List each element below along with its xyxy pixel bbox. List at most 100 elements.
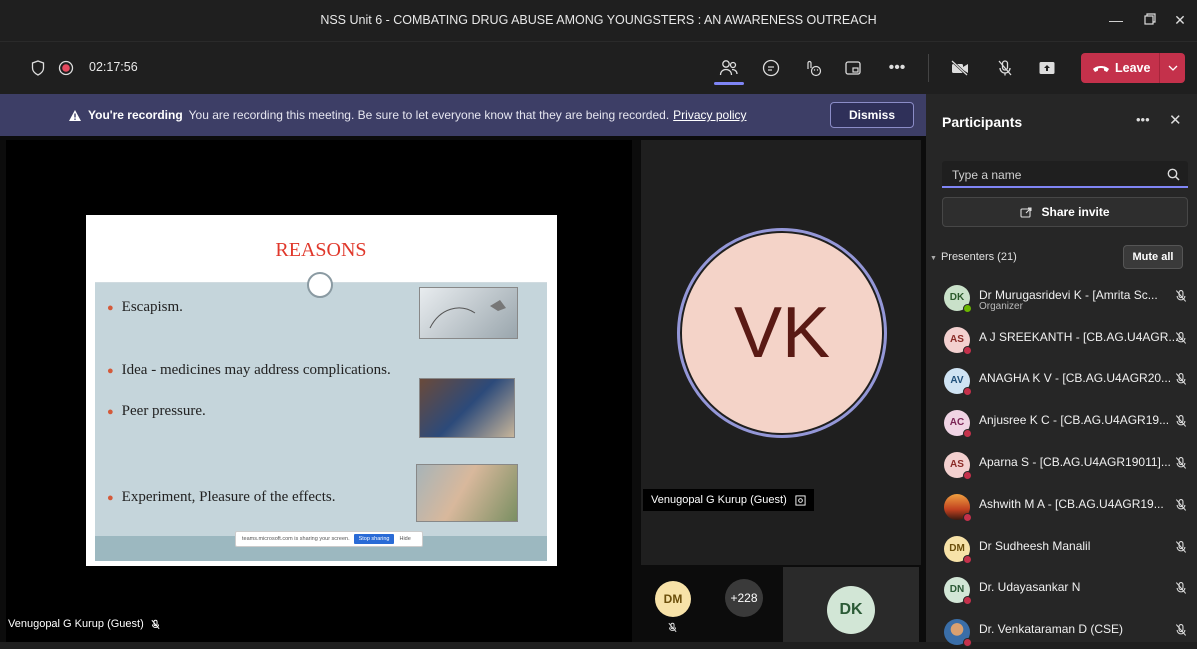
participant-name: Ashwith M A - [CB.AG.U4AGR19... (979, 497, 1164, 511)
recording-banner: You're recording You are recording this … (0, 94, 926, 136)
experiment-image (416, 464, 518, 522)
participant-row[interactable]: DM Dr Sudheesh Manalil (942, 530, 1188, 566)
more-options-icon[interactable]: ••• (885, 56, 909, 80)
slide-bullet: ● Experiment, Pleasure of the effects. (107, 489, 336, 505)
participant-name: Dr Sudheesh Manalil (979, 539, 1091, 553)
more-options-icon[interactable]: ••• (1136, 112, 1150, 127)
hide-button[interactable]: Hide (399, 536, 410, 542)
avatar: VK (682, 233, 882, 433)
participant-name: Anjusree K C - [CB.AG.U4AGR19... (979, 413, 1170, 427)
slide-title: REASONS (275, 239, 367, 261)
mic-off-icon (1175, 624, 1187, 636)
stop-sharing-button[interactable]: Stop sharing (353, 534, 395, 544)
mic-off-icon (151, 619, 160, 629)
meeting-timer: 02:17:56 (89, 60, 138, 74)
share-icon (1020, 207, 1033, 218)
slide-ornament (307, 272, 333, 298)
participant-row[interactable]: AV ANAGHA K V - [CB.AG.U4AGR20... (942, 362, 1188, 398)
screen-share-notice: teams.microsoft.com is sharing your scre… (235, 531, 423, 547)
mic-off-icon[interactable] (993, 56, 1017, 80)
status-indicator (963, 555, 972, 564)
chat-icon[interactable] (759, 56, 783, 80)
warning-icon (69, 109, 81, 121)
participants-panel: Participants ••• ✕ Type a name Share inv… (926, 94, 1197, 647)
search-input[interactable]: Type a name (942, 161, 1188, 188)
participant-name: Dr Murugasridevi K - [Amrita Sc... (979, 288, 1158, 302)
participant-name: A J SREEKANTH - [CB.AG.U4AGR... (979, 330, 1179, 344)
window-title: NSS Unit 6 - COMBATING DRUG ABUSE AMONG … (320, 13, 877, 27)
participants-active-indicator (714, 82, 744, 85)
participant-name: Dr. Udayasankar N (979, 580, 1081, 594)
slide-bullet: ● Escapism. (107, 299, 183, 315)
title-bar: NSS Unit 6 - COMBATING DRUG ABUSE AMONG … (0, 0, 1197, 42)
pin-icon (795, 494, 806, 506)
participant-row[interactable]: AS Aparna S - [CB.AG.U4AGR19011]... (942, 446, 1188, 482)
status-indicator (963, 346, 972, 355)
share-screen-icon[interactable] (1035, 56, 1059, 80)
presentation-slide: REASONS ● Escapism. ● Idea - medicines may… (86, 215, 557, 566)
close-icon[interactable]: ✕ (1170, 10, 1190, 30)
slide-bullet: ● Peer pressure. (107, 403, 206, 419)
panel-title: Participants (942, 114, 1023, 130)
participant-role: Organizer (979, 301, 1023, 312)
mic-off-icon (1175, 499, 1187, 511)
slide-bullet: ● Idea - medicines may address complicati… (107, 362, 391, 378)
participant-row[interactable]: Ashwith M A - [CB.AG.U4AGR19... (942, 488, 1188, 524)
participant-name: Dr. Venkataraman D (CSE) (979, 622, 1124, 636)
mute-all-button[interactable]: Mute all (1123, 245, 1183, 269)
toolbar-divider (928, 54, 929, 82)
recording-icon (54, 56, 78, 80)
status-indicator (963, 596, 972, 605)
mic-off-icon (1175, 582, 1187, 594)
mic-off-icon (1175, 541, 1187, 553)
search-icon (1167, 168, 1180, 181)
leave-options-button[interactable] (1159, 53, 1185, 83)
peer-pressure-image (419, 378, 515, 438)
avatar[interactable]: DM (655, 581, 691, 617)
mic-off-icon (1175, 332, 1187, 344)
mic-off-icon (668, 622, 677, 633)
leave-label: Leave (1115, 61, 1151, 75)
meeting-toolbar: 02:17:56 ••• Leave (0, 42, 1197, 94)
overflow-participants-button[interactable]: +228 (725, 579, 763, 617)
chevron-down-icon (1168, 65, 1177, 71)
reactions-icon[interactable] (801, 56, 825, 80)
participant-row[interactable]: DN Dr. Udayasankar N (942, 571, 1188, 607)
camera-off-icon[interactable] (948, 56, 972, 80)
recording-message: You are recording this meeting. Be sure … (188, 108, 670, 122)
participants-icon[interactable] (717, 56, 741, 80)
minimize-icon[interactable]: — (1106, 10, 1126, 30)
presenters-section-header[interactable]: ▼ Presenters (21) (930, 251, 1017, 263)
mic-off-icon (1175, 457, 1187, 469)
slide-body: REASONS ● Escapism. ● Idea - medicines may… (95, 221, 547, 561)
status-indicator (963, 513, 972, 522)
phone-hangup-icon (1093, 66, 1109, 72)
participant-row[interactable]: DK Dr Murugasridevi K - [Amrita Sc... Or… (942, 279, 1188, 315)
status-indicator (963, 304, 972, 313)
close-icon[interactable]: ✕ (1169, 111, 1182, 129)
rooms-icon[interactable] (841, 56, 865, 80)
mic-off-icon (1175, 373, 1187, 385)
participant-name: ANAGHA K V - [CB.AG.U4AGR20... (979, 371, 1172, 385)
leave-button[interactable]: Leave (1081, 53, 1185, 83)
share-invite-button[interactable]: Share invite (942, 197, 1188, 227)
chevron-down-icon: ▼ (930, 255, 937, 262)
status-indicator (963, 638, 972, 647)
mic-off-icon (1175, 290, 1187, 302)
birdcage-image (419, 287, 518, 339)
participant-name: Aparna S - [CB.AG.U4AGR19011]... (979, 455, 1171, 469)
recording-label: You're recording (88, 108, 183, 122)
status-indicator (963, 387, 972, 396)
restore-icon[interactable] (1140, 10, 1160, 30)
status-indicator (963, 429, 972, 438)
participant-row[interactable]: AC Anjusree K C - [CB.AG.U4AGR19... (942, 404, 1188, 440)
mic-off-icon (1175, 415, 1187, 427)
shield-icon[interactable] (26, 56, 50, 80)
status-indicator (963, 471, 972, 480)
privacy-policy-link[interactable]: Privacy policy (673, 108, 746, 122)
participant-name-badge: Venugopal G Kurup (Guest) (643, 489, 814, 511)
participant-row[interactable]: AS A J SREEKANTH - [CB.AG.U4AGR... (942, 321, 1188, 357)
dismiss-button[interactable]: Dismiss (830, 102, 914, 128)
participant-row[interactable]: Dr. Venkataraman D (CSE) (942, 613, 1188, 649)
avatar: DK (827, 586, 875, 634)
